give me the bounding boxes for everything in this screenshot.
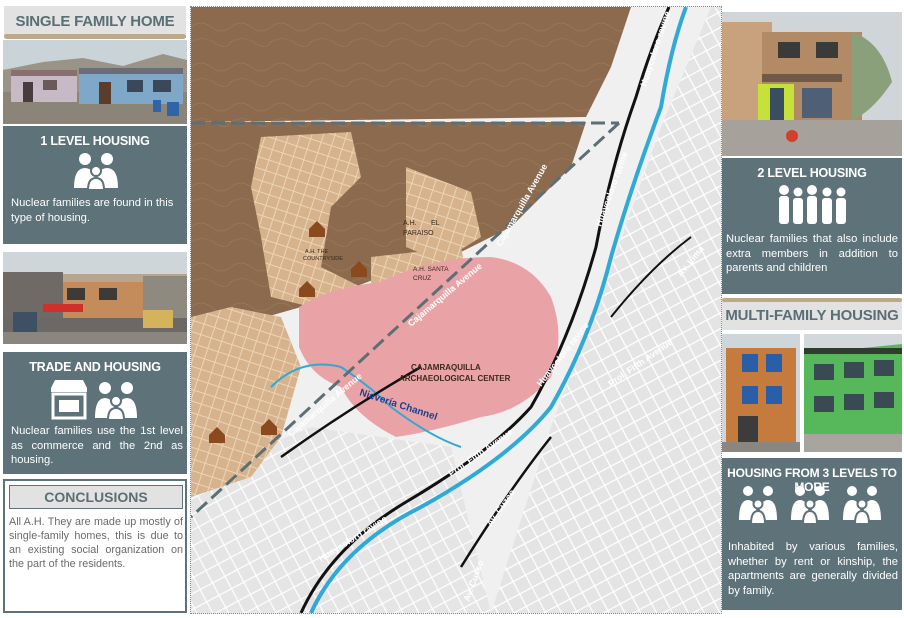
label-santacruz-b: CRUZ [413, 275, 431, 282]
multi-family-photo-left [722, 334, 800, 452]
conclusions-text: All A.H. They are made up mostly of sing… [9, 516, 183, 570]
two-level-housing-text: Nuclear families that also include extra… [726, 233, 898, 274]
header-underline [4, 34, 186, 39]
conclusions-title: CONCLUSIONS [44, 489, 148, 505]
multi-family-housing-header: MULTI-FAMILY HOUSING [722, 300, 902, 330]
site-map[interactable]: A.H. EL PARAISO A.H. THE COUNTRYSIDE A.H… [190, 6, 722, 614]
multiple-families-icon [738, 484, 888, 529]
one-level-housing-panel: 1 LEVEL HOUSING Nuclear families are fou… [3, 126, 187, 244]
multi-family-underline [722, 298, 902, 302]
two-level-house-photo [722, 12, 902, 156]
trade-housing-text: Nuclear families use the 1st level as co… [11, 425, 183, 466]
one-level-housing-title: 1 LEVEL HOUSING [40, 134, 150, 148]
label-countryside-a: A.H. THE [305, 249, 328, 255]
three-plus-levels-panel: HOUSING FROM 3 LEVELS TO MORE Inhabited … [722, 458, 902, 610]
two-level-housing-title: 2 LEVEL HOUSING [757, 166, 867, 180]
store-family-icon [49, 378, 141, 425]
label-center-a: CAJAMRAQUILLA [411, 363, 481, 372]
two-level-housing-panel: 2 LEVEL HOUSING Nuclear families that al… [722, 158, 902, 294]
trade-housing-title: TRADE AND HOUSING [29, 360, 161, 374]
trade-housing-photo [3, 252, 187, 344]
label-countryside-b: COUNTRYSIDE [303, 256, 343, 262]
label-paraiso-c: PARAISO [403, 230, 434, 237]
conclusions-box: CONCLUSIONS All A.H. They are made up mo… [3, 479, 187, 613]
conclusions-title-bar: CONCLUSIONS [9, 485, 183, 509]
label-paraiso-b: EL [431, 220, 440, 227]
family-icon [71, 152, 121, 195]
label-center-b: ARCHAEOLOGICAL CENTER [399, 374, 511, 383]
multi-family-photo-right [804, 334, 902, 452]
trade-housing-panel: TRADE AND HOUSING Nuclear families use t… [3, 352, 187, 474]
one-level-housing-text: Nuclear families are found in this type … [11, 197, 174, 224]
label-santacruz-a: A.H. SANTA [413, 266, 449, 273]
extended-family-icon [776, 184, 850, 231]
single-level-house-photo [3, 40, 187, 124]
three-plus-levels-text: Inhabited by various families, whether b… [728, 541, 898, 597]
label-paraiso-a: A.H. [403, 220, 417, 227]
